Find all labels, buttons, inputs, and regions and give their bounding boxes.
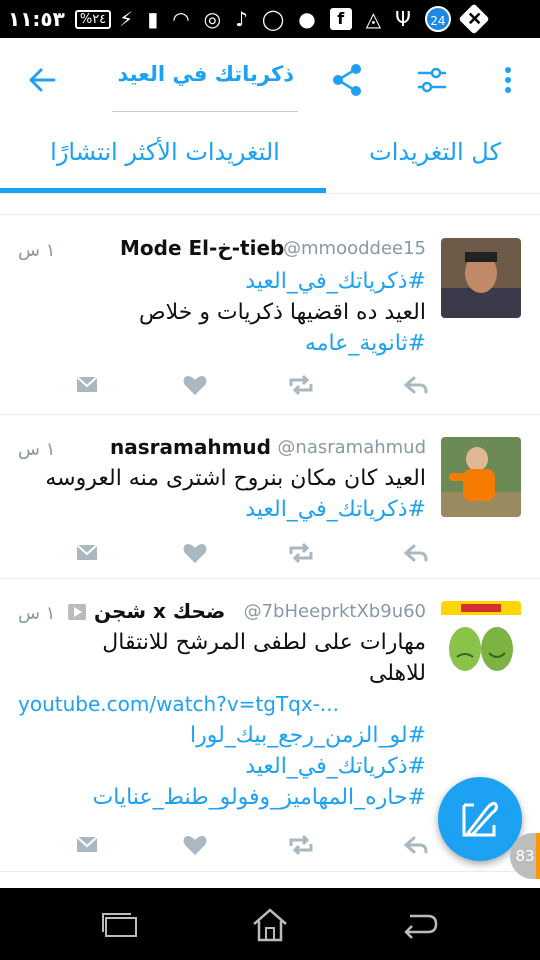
recent-apps-icon xyxy=(102,913,137,937)
arrow-left-icon xyxy=(29,68,56,92)
tweet-item[interactable]: ١ س @mmooddee15 Mode El-خ-tieb #ذكرياتك_… xyxy=(0,216,540,415)
tweet-header: @nasramahmud nasramahmud xyxy=(18,435,426,463)
tab-bar: التغريدات الأكثر انتشارًا كل التغريدات xyxy=(0,122,540,194)
system-navigation-bar xyxy=(0,888,540,960)
home-icon xyxy=(253,908,287,942)
search-query-field[interactable]: ذكرياتك في العيد xyxy=(112,52,298,112)
back-button[interactable] xyxy=(22,60,62,100)
share-button[interactable] xyxy=(330,60,366,100)
like-button[interactable] xyxy=(180,537,210,567)
alarm-icon: ◎ xyxy=(203,7,222,31)
reply-icon xyxy=(403,544,428,562)
status-bar: ١١:٥٣ %٢٤ ⚡ ▮ ◠ ◎ ♪ ◯ ● f ◬ Ψ 24 + xyxy=(0,0,540,38)
tweet-item[interactable]: ١ س @nasramahmud nasramahmud العيد كان م… xyxy=(0,415,540,579)
compose-tweet-button[interactable] xyxy=(438,777,522,861)
app-icon: ◬ xyxy=(365,7,382,31)
reply-icon xyxy=(403,376,428,394)
wifi-icon: ◠ xyxy=(172,7,190,31)
tab-top-tweets[interactable]: التغريدات الأكثر انتشارًا xyxy=(30,138,300,178)
back-nav-icon xyxy=(404,914,438,939)
home-button[interactable] xyxy=(248,902,292,946)
tweet-line: العيد كان مكان بنروح اشترى منه العروسه xyxy=(45,466,426,491)
hashtag[interactable]: #ثانوية_عامه xyxy=(18,328,426,359)
message-icon xyxy=(76,376,98,392)
more-vertical-icon xyxy=(505,67,511,93)
retweet-button[interactable] xyxy=(285,537,315,567)
mute-icon: ♪ xyxy=(235,7,248,31)
retweet-button[interactable] xyxy=(285,369,315,399)
active-tab-indicator xyxy=(0,188,326,193)
retweet-icon xyxy=(289,834,313,856)
tweet-line: العيد ده اقضيها ذكريات و خلاص xyxy=(139,300,426,325)
message-button[interactable] xyxy=(72,829,102,859)
reply-icon xyxy=(403,836,428,854)
hashtag[interactable]: #ذكرياتك_في_العيد xyxy=(18,266,426,297)
sliders-icon xyxy=(418,67,446,93)
app-toolbar: ذكرياتك في العيد xyxy=(0,38,540,122)
tweet-actions xyxy=(70,537,450,567)
retweet-icon xyxy=(289,374,313,396)
like-button[interactable] xyxy=(180,369,210,399)
tweet-actions xyxy=(70,829,450,859)
recent-apps-button[interactable] xyxy=(98,902,142,946)
tweet-text: #ذكرياتك_في_العيد العيد ده اقضيها ذكريات… xyxy=(18,266,426,359)
message-icon xyxy=(76,544,98,560)
hashtag[interactable]: #ذكرياتك_في_العيد xyxy=(18,494,426,525)
reply-button[interactable] xyxy=(400,829,430,859)
avatar[interactable] xyxy=(441,238,521,318)
avatar[interactable] xyxy=(441,437,521,517)
back-nav-button[interactable] xyxy=(398,902,442,946)
avatar[interactable] xyxy=(441,601,521,681)
user-name[interactable]: شجن x ضحك xyxy=(94,599,225,623)
hashtag[interactable]: #حاره_المهاميز_وفولو_طنط_عنايات xyxy=(18,782,426,813)
filter-button[interactable] xyxy=(414,60,450,100)
tweet-text: مهارات على لطفى المرشح للانتقال للاهلى y… xyxy=(18,627,426,813)
like-icon xyxy=(183,836,207,855)
share-icon xyxy=(333,64,361,96)
tweet-link[interactable]: youtube.com/watch?v=tgTqx-... xyxy=(18,689,426,720)
user-handle[interactable]: @7bHeeprktXb9u60 xyxy=(244,601,426,622)
like-icon xyxy=(183,376,207,395)
hashtag[interactable]: #ذكرياتك_في_العيد xyxy=(18,751,426,782)
retweet-button[interactable] xyxy=(285,829,315,859)
facebook-icon: f xyxy=(329,8,352,30)
user-name[interactable]: nasramahmud xyxy=(110,435,271,459)
counter-edge xyxy=(536,833,540,879)
tweet-actions xyxy=(70,369,450,399)
tab-all-tweets[interactable]: كل التغريدات xyxy=(350,138,520,178)
video-icon xyxy=(68,604,86,620)
message-button[interactable] xyxy=(72,537,102,567)
message-icon xyxy=(76,836,98,852)
usb-icon: Ψ xyxy=(395,7,411,31)
compose-icon xyxy=(462,801,498,837)
tweet-line: للاهلى xyxy=(368,661,426,686)
whatsapp-icon: ◯ xyxy=(261,7,285,31)
reply-button[interactable] xyxy=(400,369,430,399)
message-button[interactable] xyxy=(72,369,102,399)
record-icon: ● xyxy=(298,7,316,31)
charging-icon: ⚡ xyxy=(119,7,134,31)
battery-indicator: %٢٤ xyxy=(74,9,112,29)
retweet-icon xyxy=(289,542,313,564)
reply-button[interactable] xyxy=(400,537,430,567)
user-name[interactable]: Mode El-خ-tieb xyxy=(120,236,284,260)
more-options-button[interactable] xyxy=(496,60,520,100)
like-icon xyxy=(183,544,207,563)
user-handle[interactable]: @nasramahmud xyxy=(277,437,426,458)
divider xyxy=(0,214,540,215)
hashtag[interactable]: #لو_الزمن_رجع_بيك_لورا xyxy=(18,720,426,751)
notification-badge: 24 xyxy=(424,6,451,32)
status-time: ١١:٥٣ xyxy=(8,7,65,31)
tweet-header: @mmooddee15 Mode El-خ-tieb xyxy=(18,236,426,264)
tweet-line: مهارات على لطفى المرشح للانتقال xyxy=(102,630,426,655)
user-handle[interactable]: @mmooddee15 xyxy=(283,238,426,259)
tweet-text: العيد كان مكان بنروح اشترى منه العروسه #… xyxy=(18,463,426,525)
signal-icon: ▮ xyxy=(147,7,159,31)
tweet-header: @7bHeeprktXb9u60 شجن x ضحك xyxy=(18,599,426,627)
plus-icon: + xyxy=(458,3,490,35)
like-button[interactable] xyxy=(180,829,210,859)
